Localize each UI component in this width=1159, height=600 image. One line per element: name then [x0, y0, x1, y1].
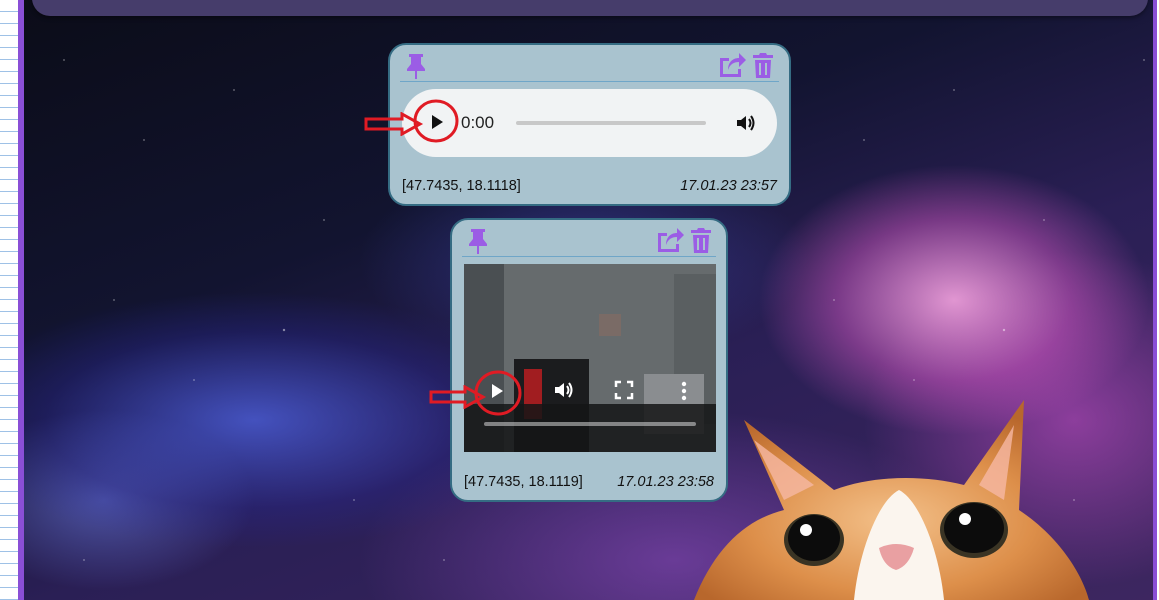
notebook-paper-edge — [0, 0, 18, 600]
pin-icon[interactable] — [404, 52, 428, 80]
share-icon[interactable] — [717, 50, 747, 78]
video-player[interactable] — [464, 264, 716, 452]
timestamp: 17.01.23 23:58 — [617, 474, 714, 490]
trash-icon[interactable] — [751, 51, 775, 79]
video-progress-bar[interactable] — [484, 422, 696, 426]
volume-icon[interactable] — [734, 111, 758, 135]
coordinates: [47.7435, 18.1118] — [402, 178, 521, 194]
cat-image — [694, 400, 1089, 600]
timestamp: 17.01.23 23:57 — [680, 178, 777, 194]
top-panel — [32, 0, 1148, 16]
coordinates: [47.7435, 18.1119] — [464, 474, 583, 490]
pin-icon[interactable] — [466, 227, 490, 255]
annotation-circle — [413, 99, 459, 143]
more-vertical-icon[interactable] — [678, 380, 690, 402]
card-header — [462, 224, 716, 257]
annotation-circle — [474, 370, 522, 416]
volume-icon[interactable] — [552, 378, 576, 402]
card-header — [400, 49, 779, 82]
audio-progress-bar[interactable] — [516, 121, 706, 125]
share-icon[interactable] — [655, 225, 685, 253]
fullscreen-icon[interactable] — [614, 380, 634, 400]
audio-current-time: 0:00 — [461, 113, 495, 132]
trash-icon[interactable] — [689, 226, 713, 254]
video-note-card: [47.7435, 18.1119] 17.01.23 23:58 — [450, 218, 728, 502]
app-frame: 0:00 [47.7435, 18.1118] 17.01.23 23:57 [… — [18, 0, 1157, 600]
